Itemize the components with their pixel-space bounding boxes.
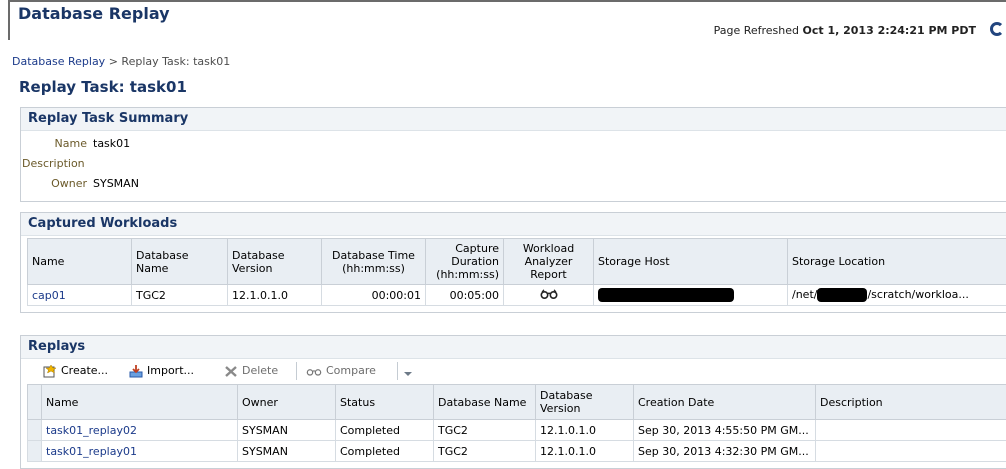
summary-name-value: task01 (93, 137, 131, 150)
replays-table: Name Owner Status Database Name Database… (27, 384, 1006, 462)
import-label: Import... (147, 364, 194, 377)
delete-label: Delete (242, 364, 279, 377)
col-database-time[interactable]: Database Time (hh:mm:ss) (321, 238, 426, 285)
create-label: Create... (61, 364, 109, 377)
replay-db-version: 12.1.0.1.0 (535, 419, 634, 441)
replay-db-name: TGC2 (433, 440, 536, 462)
delete-icon (225, 365, 237, 377)
workload-name-link[interactable]: cap01 (27, 284, 132, 306)
replay-creation-date: Sep 30, 2013 4:32:30 PM GM... (633, 440, 816, 462)
task-title: Replay Task: task01 (19, 78, 187, 96)
col-replay-db-version[interactable]: Database Version (535, 384, 634, 420)
col-description[interactable]: Description (815, 384, 1006, 420)
toolbar-divider (296, 362, 297, 380)
col-replay-db-name[interactable]: Database Name (433, 384, 536, 420)
captured-workloads-table: Name Database Name Database Version Data… (27, 238, 1006, 306)
breadcrumb-current: Replay Task: task01 (121, 55, 231, 68)
breadcrumb: Database Replay > Replay Task: task01 (12, 55, 230, 68)
storage-host-cell (593, 284, 788, 306)
replay-owner: SYSMAN (237, 440, 336, 462)
import-button[interactable]: Import... (129, 364, 194, 378)
replay-status: Completed (335, 440, 434, 462)
compare-dropdown[interactable] (403, 367, 413, 380)
storage-location-suffix: /scratch/workloa... (867, 288, 969, 301)
glasses-icon[interactable] (539, 288, 558, 299)
col-database-name[interactable]: Database Name (131, 238, 228, 285)
import-icon (129, 364, 143, 377)
refresh-status: Page Refreshed Oct 1, 2013 2:24:21 PM PD… (714, 24, 976, 37)
table-row[interactable]: cap01 TGC2 12.1.0.1.0 00:00:01 00:05:00 … (27, 284, 1006, 306)
breadcrumb-separator: > (105, 55, 122, 68)
chevron-down-icon (404, 372, 412, 376)
replay-name-link[interactable]: task01_replay02 (41, 419, 238, 441)
summary-description-label: Description (22, 157, 85, 170)
summary-name-row: Name task01 (21, 137, 131, 150)
toolbar-divider (397, 362, 398, 380)
workload-db-time: 00:00:01 (321, 284, 426, 306)
create-icon (43, 364, 57, 377)
storage-location-cell: /net/ /scratch/workloa... (787, 284, 1006, 306)
refresh-label: Page Refreshed (713, 24, 799, 37)
replays-toolbar: Create... Import... Delete Compare (41, 359, 1006, 384)
row-selector[interactable] (27, 440, 42, 462)
col-owner[interactable]: Owner (237, 384, 336, 420)
replay-status: Completed (335, 419, 434, 441)
replay-owner: SYSMAN (237, 419, 336, 441)
breadcrumb-root-link[interactable]: Database Replay (12, 55, 105, 68)
summary-name-label: Name (54, 137, 87, 150)
refresh-icon[interactable] (990, 22, 1004, 36)
compare-icon (306, 368, 322, 376)
replays-heading: Replays (21, 336, 1006, 359)
delete-button[interactable]: Delete (224, 364, 278, 378)
summary-owner-row: Owner SYSMAN (21, 177, 139, 190)
compare-label: Compare (326, 364, 376, 377)
replay-task-summary: Replay Task Summary Name task01 Descripti… (20, 107, 1006, 202)
workload-db-name: TGC2 (131, 284, 228, 306)
table-row[interactable]: task01_replay02 SYSMAN Completed TGC2 12… (27, 419, 1006, 441)
col-workload-analyzer-report[interactable]: Workload Analyzer Report (503, 238, 594, 285)
summary-owner-label: Owner (51, 177, 87, 190)
captured-workloads-section: Captured Workloads Name Database Name Da… (20, 212, 1006, 313)
page-header: Database Replay Page Refreshed Oct 1, 20… (8, 0, 1006, 40)
col-replay-name[interactable]: Name (41, 384, 238, 420)
col-database-version[interactable]: Database Version (227, 238, 322, 285)
col-storage-location[interactable]: Storage Location (787, 238, 1006, 285)
summary-description-row: Description (16, 157, 93, 170)
replay-name-link[interactable]: task01_replay01 (41, 440, 238, 462)
workload-db-version: 12.1.0.1.0 (227, 284, 322, 306)
captured-heading: Captured Workloads (21, 213, 1006, 236)
col-name[interactable]: Name (27, 238, 132, 285)
workload-report-cell (503, 284, 594, 306)
storage-location-prefix: /net/ (792, 288, 818, 301)
select-column-header (27, 384, 42, 420)
row-selector[interactable] (27, 419, 42, 441)
summary-heading: Replay Task Summary (21, 108, 1006, 131)
col-storage-host[interactable]: Storage Host (593, 238, 788, 285)
col-creation-date[interactable]: Creation Date (633, 384, 816, 420)
replay-db-version: 12.1.0.1.0 (535, 440, 634, 462)
refresh-time: Oct 1, 2013 2:24:21 PM PDT (802, 24, 977, 37)
redacted-block (817, 288, 868, 302)
col-capture-duration[interactable]: Capture Duration (hh:mm:ss) (425, 238, 504, 285)
workload-duration: 00:05:00 (425, 284, 504, 306)
replay-description (815, 440, 1006, 462)
replay-description (815, 419, 1006, 441)
create-button[interactable]: Create... (43, 364, 108, 378)
replay-creation-date: Sep 30, 2013 4:55:50 PM GM... (633, 419, 816, 441)
redacted-block (598, 288, 734, 302)
replays-section: Replays Create... Import... Delete Compa… (20, 335, 1006, 469)
page-title: Database Replay (18, 4, 170, 23)
col-status[interactable]: Status (335, 384, 434, 420)
table-row[interactable]: task01_replay01 SYSMAN Completed TGC2 12… (27, 440, 1006, 462)
summary-owner-value: SYSMAN (93, 177, 139, 190)
replay-db-name: TGC2 (433, 419, 536, 441)
compare-button[interactable]: Compare (306, 364, 376, 378)
